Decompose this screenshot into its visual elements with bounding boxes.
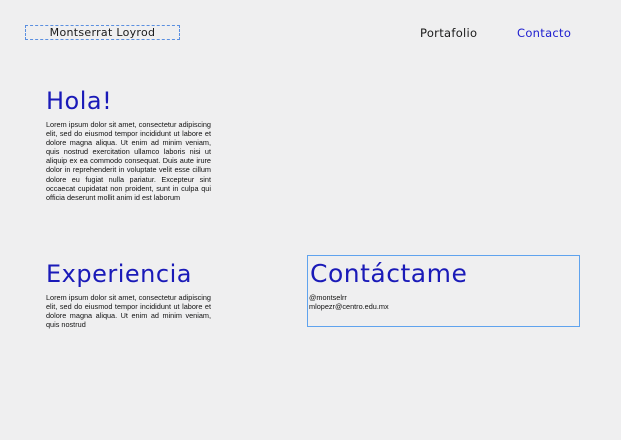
contact-section: Contáctame @montselrr mlopezr@centro.edu… (307, 255, 580, 327)
nav-link-contacto[interactable]: Contacto (517, 26, 571, 40)
section-text-experiencia: Lorem ipsum dolor sit amet, consectetur … (46, 293, 211, 330)
contact-handle: @montselrr (309, 293, 347, 302)
section-text-hola: Lorem ipsum dolor sit amet, consectetur … (46, 120, 211, 202)
brand-logo[interactable]: Montserrat Loyrod (25, 25, 180, 40)
nav-link-portafolio[interactable]: Portafolio (420, 26, 477, 40)
section-title-hola: Hola! (46, 87, 113, 115)
section-title-contactame: Contáctame (310, 259, 468, 288)
contact-email[interactable]: mlopezr@centro.edu.mx (309, 302, 389, 311)
section-title-experiencia: Experiencia (46, 260, 192, 288)
